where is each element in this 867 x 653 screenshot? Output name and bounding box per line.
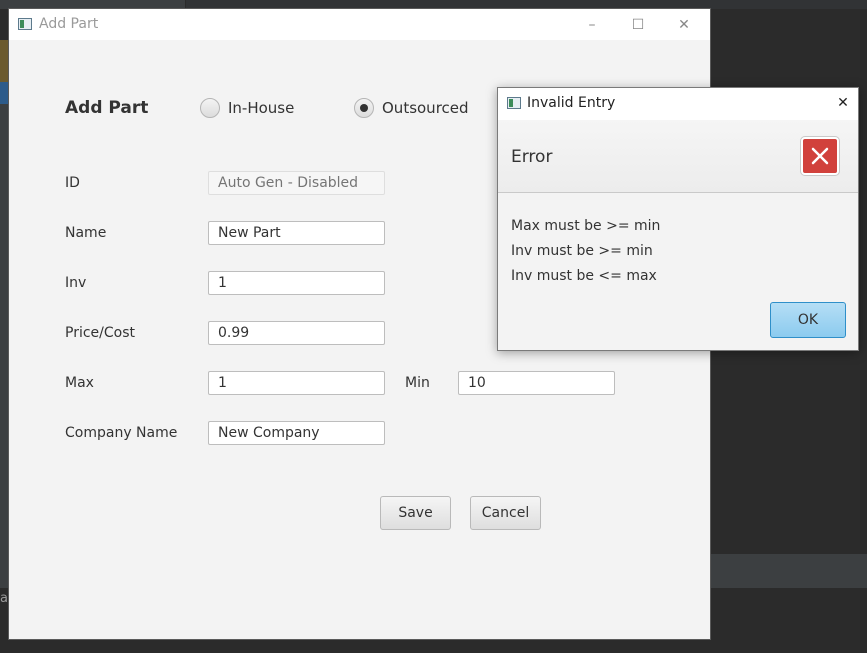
minimize-button[interactable]: – (569, 11, 615, 38)
max-label: Max (65, 375, 94, 391)
window-titlebar[interactable]: Add Part – ☐ ✕ (9, 9, 710, 40)
radio-button-icon[interactable] (200, 98, 220, 118)
dialog-title: Invalid Entry (527, 95, 616, 111)
background-selection-fragment (0, 82, 9, 104)
min-field[interactable] (458, 371, 615, 395)
radio-label: Outsourced (382, 99, 469, 117)
inv-label: Inv (65, 275, 87, 291)
max-field[interactable] (208, 371, 385, 395)
background-text-fragment: a (0, 591, 8, 606)
close-icon: ✕ (678, 16, 690, 33)
name-field[interactable] (208, 221, 385, 245)
price-label: Price/Cost (65, 325, 135, 341)
inv-field[interactable] (208, 271, 385, 295)
save-button[interactable]: Save (380, 496, 451, 530)
background-strip (186, 0, 867, 9)
price-field[interactable] (208, 321, 385, 345)
dialog-close-button[interactable]: ✕ (832, 92, 854, 114)
radio-label: In-House (228, 99, 295, 117)
background-panel-fragment (0, 40, 9, 82)
id-label: ID (65, 175, 80, 191)
maximize-button[interactable]: ☐ (615, 11, 661, 38)
cancel-button[interactable]: Cancel (470, 496, 541, 530)
company-name-field[interactable] (208, 421, 385, 445)
ok-button[interactable]: OK (770, 302, 846, 338)
java-app-icon (507, 97, 521, 109)
background-panel (0, 104, 9, 554)
minimize-icon: – (588, 16, 596, 33)
dialog-header: Error (498, 120, 858, 193)
dialog-header-text: Error (511, 147, 553, 167)
id-field (208, 171, 385, 195)
min-label: Min (405, 375, 430, 391)
error-message: Max must be >= min (511, 218, 661, 234)
radio-button-selected-icon[interactable] (354, 98, 374, 118)
java-app-icon (18, 18, 32, 30)
error-x-icon (801, 137, 839, 175)
dialog-titlebar[interactable]: Invalid Entry ✕ (498, 88, 858, 120)
close-icon: ✕ (837, 95, 849, 111)
company-name-label: Company Name (65, 425, 178, 441)
error-message: Inv must be >= min (511, 243, 653, 259)
radio-outsourced[interactable]: Outsourced (354, 98, 469, 118)
error-message: Inv must be <= max (511, 268, 657, 284)
invalid-entry-dialog: Invalid Entry ✕ Error Max must be >= min… (497, 87, 859, 351)
radio-in-house[interactable]: In-House (200, 98, 294, 118)
name-label: Name (65, 225, 107, 241)
maximize-icon: ☐ (631, 16, 645, 33)
form-heading: Add Part (65, 98, 149, 118)
window-title: Add Part (39, 16, 99, 32)
close-button[interactable]: ✕ (661, 11, 707, 38)
background-window-edge (0, 0, 185, 9)
